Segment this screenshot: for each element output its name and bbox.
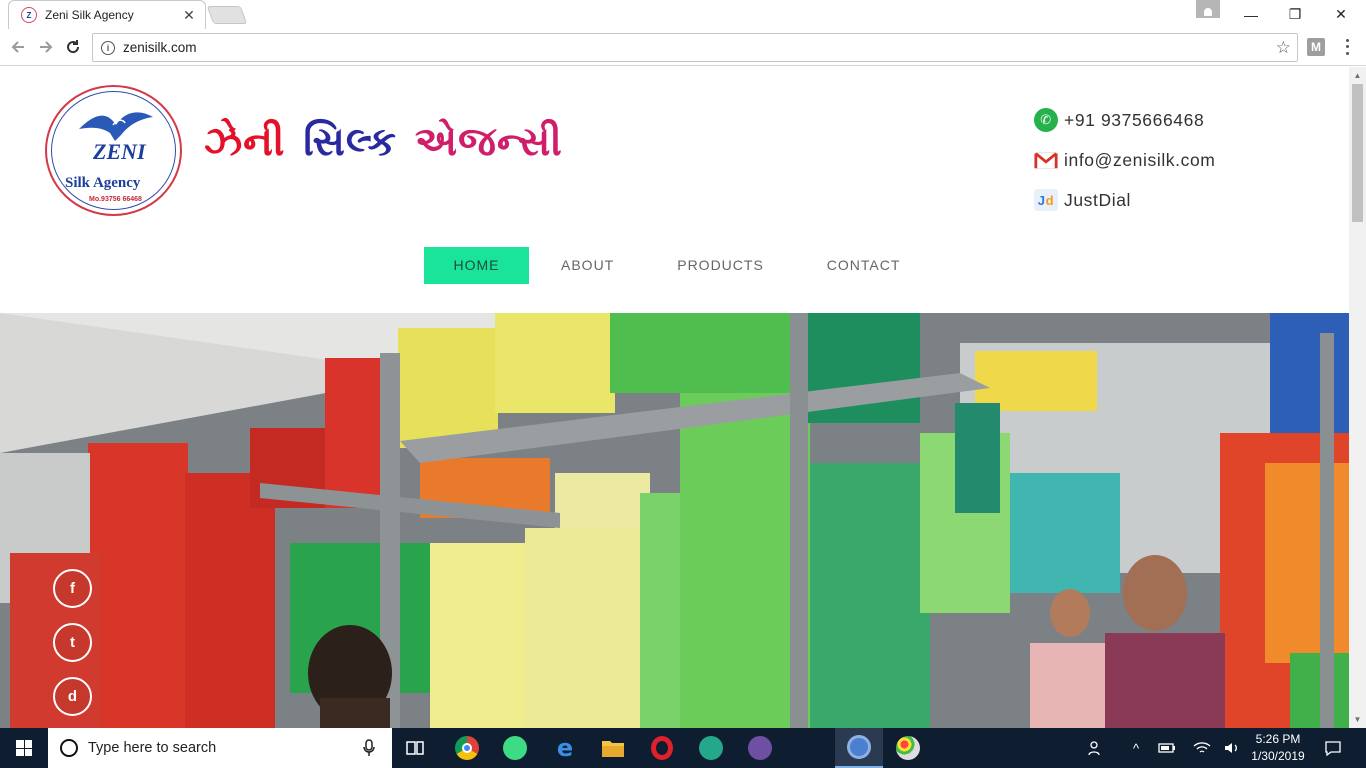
clock-time: 5:26 PM	[1255, 732, 1301, 746]
web-page: ZENI Silk Agency Mo.93756 66468 ઝેની સિલ્…	[0, 67, 1349, 728]
contact-phone[interactable]: ✆ +91 9375666468	[1034, 108, 1204, 132]
github-desktop-icon[interactable]	[736, 728, 784, 768]
browser-toolbar: i zenisilk.com ☆ M	[0, 29, 1366, 66]
dribbble-icon[interactable]: d	[53, 677, 92, 716]
nav-about[interactable]: ABOUT	[561, 247, 614, 284]
chevron-up-icon[interactable]: ^	[1124, 728, 1148, 768]
forward-arrow-icon[interactable]	[36, 37, 56, 57]
contact-email-text: info@zenisilk.com	[1064, 149, 1216, 170]
site-favicon-icon: Z	[21, 7, 37, 23]
nav-contact[interactable]: CONTACT	[827, 247, 901, 284]
taskbar-search[interactable]: Type here to search	[48, 728, 392, 768]
bookmark-star-icon[interactable]: ☆	[1276, 38, 1291, 58]
browser-menu-icon[interactable]	[1340, 37, 1354, 57]
facebook-icon[interactable]: f	[53, 569, 92, 608]
logo-silk-agency-text: Silk Agency	[65, 175, 141, 191]
browser-tab[interactable]: Z Zeni Silk Agency ✕	[8, 0, 206, 29]
notifications-icon[interactable]	[1318, 728, 1348, 768]
chrome-active-taskbar-icon[interactable]	[835, 728, 883, 768]
hero-image: f t d	[0, 313, 1349, 728]
windows-logo-icon	[16, 740, 32, 756]
people-icon[interactable]	[1082, 728, 1110, 768]
close-window-button[interactable]: ✕	[1318, 0, 1364, 29]
contact-justdial[interactable]: Jd JustDial	[1034, 188, 1131, 212]
whatsapp-icon: ✆	[1034, 108, 1058, 132]
atom-icon[interactable]	[687, 728, 735, 768]
android-studio-icon[interactable]	[491, 728, 539, 768]
address-url: zenisilk.com	[123, 40, 197, 55]
brand-name-gujarati: ઝેની સિલ્ક એજન્સી	[204, 119, 563, 165]
paint-icon[interactable]	[884, 728, 932, 768]
extension-m-icon[interactable]: M	[1307, 38, 1325, 56]
task-view-icon[interactable]	[392, 728, 440, 768]
contact-email[interactable]: info@zenisilk.com	[1034, 148, 1215, 172]
taskbar-clock[interactable]: 5:26 PM 1/30/2019	[1248, 731, 1308, 765]
scroll-up-icon[interactable]: ▲	[1349, 67, 1366, 84]
twitter-icon[interactable]: t	[53, 623, 92, 662]
edge-icon[interactable]: e	[541, 728, 589, 768]
volume-icon[interactable]	[1220, 728, 1244, 768]
maximize-button[interactable]: ❐	[1272, 0, 1318, 29]
profile-icon[interactable]	[1196, 0, 1220, 18]
clock-date: 1/30/2019	[1251, 749, 1305, 763]
logo-zeni-text: ZENI	[93, 139, 146, 164]
new-tab-button[interactable]	[206, 6, 248, 24]
windows-taskbar: Type here to search e ^ 5:26 PM 1/30/201…	[0, 728, 1366, 768]
eagle-icon	[79, 112, 153, 141]
browser-tab-bar: Z Zeni Silk Agency ✕ — ❐ ✕	[0, 0, 1366, 29]
microphone-icon[interactable]	[360, 739, 378, 757]
brand-word-zeni: ઝેની	[204, 119, 286, 165]
main-nav: HOME ABOUT PRODUCTS CONTACT	[424, 247, 900, 284]
scroll-down-icon[interactable]: ▼	[1349, 711, 1366, 728]
address-bar[interactable]: i zenisilk.com ☆	[92, 33, 1298, 62]
chrome-taskbar-icon[interactable]	[443, 728, 491, 768]
reload-icon[interactable]	[63, 37, 83, 57]
contact-justdial-text: JustDial	[1064, 189, 1132, 210]
back-arrow-icon[interactable]	[8, 37, 28, 57]
cortana-icon	[60, 739, 78, 757]
brand-word-agency: એજન્સી	[414, 119, 563, 165]
logo-phone-text: Mo.93756 66468	[89, 196, 142, 203]
zeni-logo[interactable]: ZENI Silk Agency Mo.93756 66468	[45, 85, 182, 216]
justdial-icon: Jd	[1034, 189, 1058, 211]
site-info-icon[interactable]: i	[101, 40, 115, 55]
gmail-icon	[1034, 148, 1058, 172]
network-icon[interactable]	[1188, 728, 1216, 768]
page-scrollbar[interactable]: ▲ ▼	[1349, 67, 1366, 728]
opera-icon[interactable]	[638, 728, 686, 768]
battery-icon[interactable]	[1154, 728, 1180, 768]
tab-title: Zeni Silk Agency	[45, 8, 134, 22]
taskbar-search-placeholder: Type here to search	[88, 740, 217, 756]
file-explorer-icon[interactable]	[589, 728, 637, 768]
contact-phone-text: +91 9375666468	[1064, 109, 1205, 130]
tab-close-icon[interactable]: ✕	[181, 7, 197, 24]
scrollbar-thumb[interactable]	[1352, 84, 1363, 222]
nav-home[interactable]: HOME	[424, 247, 529, 284]
nav-products[interactable]: PRODUCTS	[677, 247, 764, 284]
minimize-button[interactable]: —	[1228, 0, 1274, 29]
brand-word-silk: સિલ્ક	[303, 119, 397, 165]
start-button[interactable]	[0, 728, 48, 768]
